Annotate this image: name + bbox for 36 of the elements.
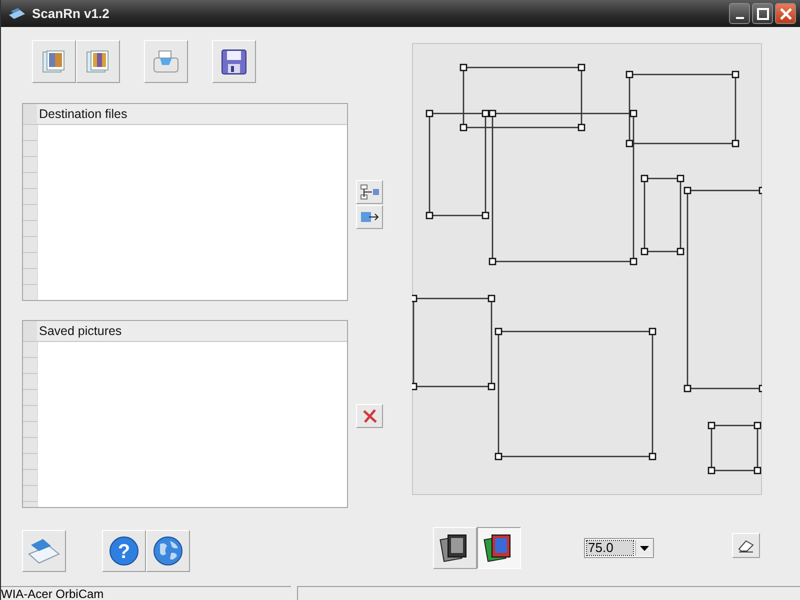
question-mark: ?: [118, 541, 130, 563]
column-header[interactable]: Saved pictures: [23, 321, 347, 342]
image-button[interactable]: [76, 40, 120, 83]
scan-button[interactable]: [22, 530, 66, 572]
close-button[interactable]: [775, 3, 796, 24]
eraser-icon: [737, 538, 755, 552]
delete-button[interactable]: [356, 404, 383, 428]
status-text: WIA-Acer OrbiCam: [1, 587, 104, 600]
eraser-button[interactable]: [732, 533, 760, 558]
image-button[interactable]: [32, 40, 76, 83]
column-header[interactable]: Destination files: [23, 104, 347, 125]
zoom-dropdown[interactable]: 75.0: [584, 538, 654, 558]
scanner-icon: [8, 6, 26, 20]
move-button[interactable]: [356, 205, 383, 229]
printer-icon: [151, 48, 181, 74]
color-mode-button[interactable]: [477, 527, 521, 569]
print-button[interactable]: [144, 40, 188, 83]
maximize-button[interactable]: [752, 3, 773, 24]
dropdown-arrow-icon: [640, 546, 649, 550]
scanner-icon: [27, 536, 61, 566]
web-button[interactable]: [146, 530, 190, 572]
list-view[interactable]: Saved pictures: [22, 320, 348, 508]
arrow-right-icon: [360, 209, 380, 225]
maximize-icon: [756, 8, 768, 20]
grayscale-mode-button[interactable]: [433, 527, 477, 569]
help-button[interactable]: ?: [102, 530, 146, 572]
add-to-tree-button[interactable]: [356, 180, 383, 204]
globe-icon: [152, 535, 184, 567]
save-button[interactable]: [212, 40, 256, 83]
list-view[interactable]: Destination files: [22, 103, 348, 301]
window-title: ScanRn v1.2: [32, 6, 110, 21]
close-icon: [780, 8, 792, 20]
minimize-button[interactable]: [729, 3, 750, 24]
tree-connector-icon: [360, 184, 380, 200]
minimize-icon: [736, 16, 744, 18]
cross-icon: [360, 407, 378, 425]
